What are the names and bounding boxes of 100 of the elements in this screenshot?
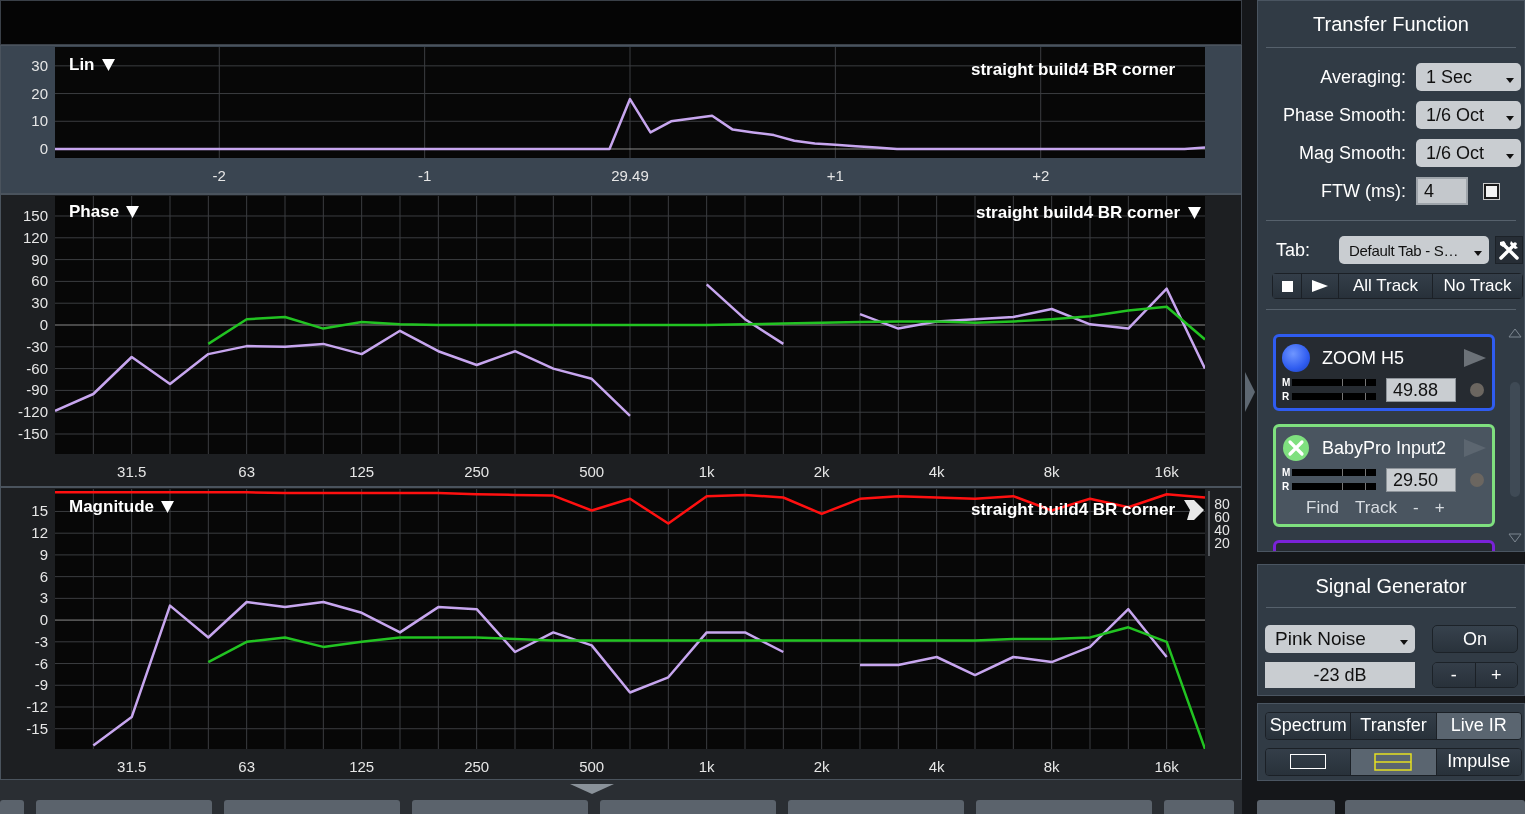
on-button[interactable]: On — [1432, 625, 1518, 653]
layout-button[interactable]: Impulse — [1436, 748, 1521, 775]
collapse-icon[interactable] — [570, 784, 614, 794]
stop-icon — [1281, 280, 1293, 292]
setting-label: Averaging: — [1319, 66, 1406, 88]
setting-dropdown[interactable]: 1/6 Oct — [1416, 139, 1521, 167]
axis-tick-label: 63 — [238, 757, 255, 775]
measurement-name: ZOOM H5 — [1322, 347, 1405, 369]
axis-tick-label: -30 — [26, 337, 48, 355]
tools-button[interactable] — [1495, 236, 1523, 264]
level-step-button[interactable]: - — [1433, 663, 1476, 687]
axis-tick-label: -6 — [34, 654, 48, 672]
axis-tick-label: 8k — [1043, 462, 1060, 480]
meter-label: R — [1282, 391, 1291, 402]
mode-tab[interactable]: Spectrum — [1266, 712, 1352, 739]
caret-icon — [1506, 116, 1514, 121]
axis-tick-label: 125 — [349, 757, 375, 775]
mode-tab[interactable]: Live IR — [1436, 712, 1521, 739]
checkbox[interactable] — [1484, 183, 1499, 199]
axis-tick-label: 6 — [39, 567, 48, 585]
layout-button[interactable] — [1351, 748, 1437, 775]
axis-tick-label: -150 — [17, 424, 48, 442]
measurement-card[interactable]: ZOOM H5 M R 49.88 — [1273, 334, 1495, 411]
input-field[interactable]: 4 — [1416, 177, 1468, 205]
axis-tick-label: 3 — [39, 589, 48, 607]
measurement-card[interactable]: BabyPro Input2 M R 29.50 Find Track - + — [1273, 424, 1495, 527]
close-icon[interactable] — [1282, 434, 1310, 462]
status-light — [1470, 382, 1484, 397]
axis-tick-label: 16k — [1154, 757, 1179, 775]
axis-tick-label: 90 — [31, 250, 48, 268]
scroll-down-icon[interactable] — [1508, 533, 1522, 543]
single-pane-icon — [1290, 754, 1327, 770]
delay-field[interactable]: 29.50 — [1386, 467, 1456, 492]
axis-tick-label: 2k — [813, 462, 830, 480]
split-pane-icon — [1374, 752, 1413, 771]
axis-tick-label: 10 — [31, 112, 48, 129]
axis-tick-label: 1k — [698, 757, 715, 775]
axis-tick-label: -120 — [17, 403, 48, 420]
level-field[interactable]: -23 dB — [1265, 662, 1415, 688]
level-step-button[interactable]: + — [1475, 663, 1517, 687]
setting-dropdown[interactable]: 1 Sec — [1416, 63, 1521, 91]
trace-name[interactable]: straight build4 BR corner — [970, 59, 1175, 80]
axis-tick-label: -2 — [212, 166, 226, 184]
meter-label: R — [1282, 481, 1291, 492]
axis-tick-label: -90 — [26, 381, 48, 399]
axis-tick-label: 4k — [928, 757, 945, 775]
axis-tick-label: +1 — [826, 166, 844, 184]
tab-label: Tab: — [1276, 239, 1312, 261]
panel-title: Signal Generator — [1266, 565, 1516, 608]
expand-icon[interactable] — [1244, 372, 1255, 412]
axis-tick-label: -3 — [34, 632, 48, 650]
circle-icon[interactable] — [1282, 344, 1310, 372]
coherence-axis — [1208, 490, 1210, 557]
axis-tick-label: 31.5 — [117, 462, 147, 480]
track-button[interactable]: All Track — [1339, 274, 1433, 298]
tab-dropdown[interactable]: Default Tab - S… — [1339, 236, 1489, 264]
scale-menu[interactable]: Phase — [69, 201, 120, 222]
axis-tick-label: 20 — [31, 84, 48, 102]
mode-tab[interactable]: Transfer — [1351, 712, 1437, 739]
axis-tick-label: 150 — [22, 206, 48, 224]
axis-tick-label: 8k — [1043, 757, 1060, 775]
caret-icon[interactable] — [101, 58, 115, 71]
setting-label: FTW (ms): — [1320, 180, 1406, 202]
trace-name[interactable]: straight build4 BR corner — [975, 202, 1180, 223]
axis-tick-label: 250 — [464, 757, 490, 775]
axis-tick-label: 63 — [238, 462, 255, 480]
setting-dropdown[interactable]: 1/6 Oct — [1416, 101, 1521, 129]
axis-tick-label: 500 — [579, 757, 605, 775]
caret-icon[interactable] — [126, 205, 140, 218]
caret-icon — [1506, 154, 1514, 159]
scroll-up-icon[interactable] — [1508, 328, 1522, 338]
axis-tick-label: 30 — [31, 293, 48, 311]
axis-tick-label: -60 — [26, 359, 48, 377]
stop-button[interactable] — [1273, 274, 1302, 298]
axis-tick-label: 0 — [39, 315, 48, 333]
card-action-button[interactable]: Find — [1298, 498, 1348, 518]
play-icon[interactable] — [1183, 498, 1205, 521]
signal-dropdown[interactable]: Pink Noise — [1265, 625, 1415, 653]
axis-tick-label: 2k — [813, 757, 830, 775]
caret-icon — [1506, 78, 1514, 83]
delay-field[interactable]: 49.88 — [1386, 377, 1456, 402]
axis-tick-label: 120 — [22, 228, 48, 246]
axis-tick-label: 29.49 — [611, 166, 649, 184]
axis-tick-label: -9 — [34, 676, 48, 694]
meter-label: M — [1282, 377, 1291, 388]
track-button[interactable]: No Track — [1433, 274, 1522, 298]
scale-menu[interactable]: Lin — [69, 54, 95, 75]
play-button[interactable] — [1302, 274, 1339, 298]
panel-title: Transfer Function — [1266, 1, 1516, 48]
caret-icon[interactable] — [161, 500, 174, 513]
card-action-button[interactable]: + — [1426, 498, 1453, 518]
layout-button[interactable] — [1266, 748, 1352, 775]
axis-tick-label: 4k — [928, 462, 945, 480]
scale-menu[interactable]: Magnitude — [69, 496, 154, 517]
status-light — [1470, 472, 1484, 487]
card-action-button[interactable]: - — [1404, 498, 1427, 518]
card-action-button[interactable]: Track — [1347, 498, 1405, 518]
axis-tick-label: 250 — [464, 462, 490, 480]
axis-tick-label: 16k — [1154, 462, 1179, 480]
caret-icon[interactable] — [1188, 206, 1201, 219]
